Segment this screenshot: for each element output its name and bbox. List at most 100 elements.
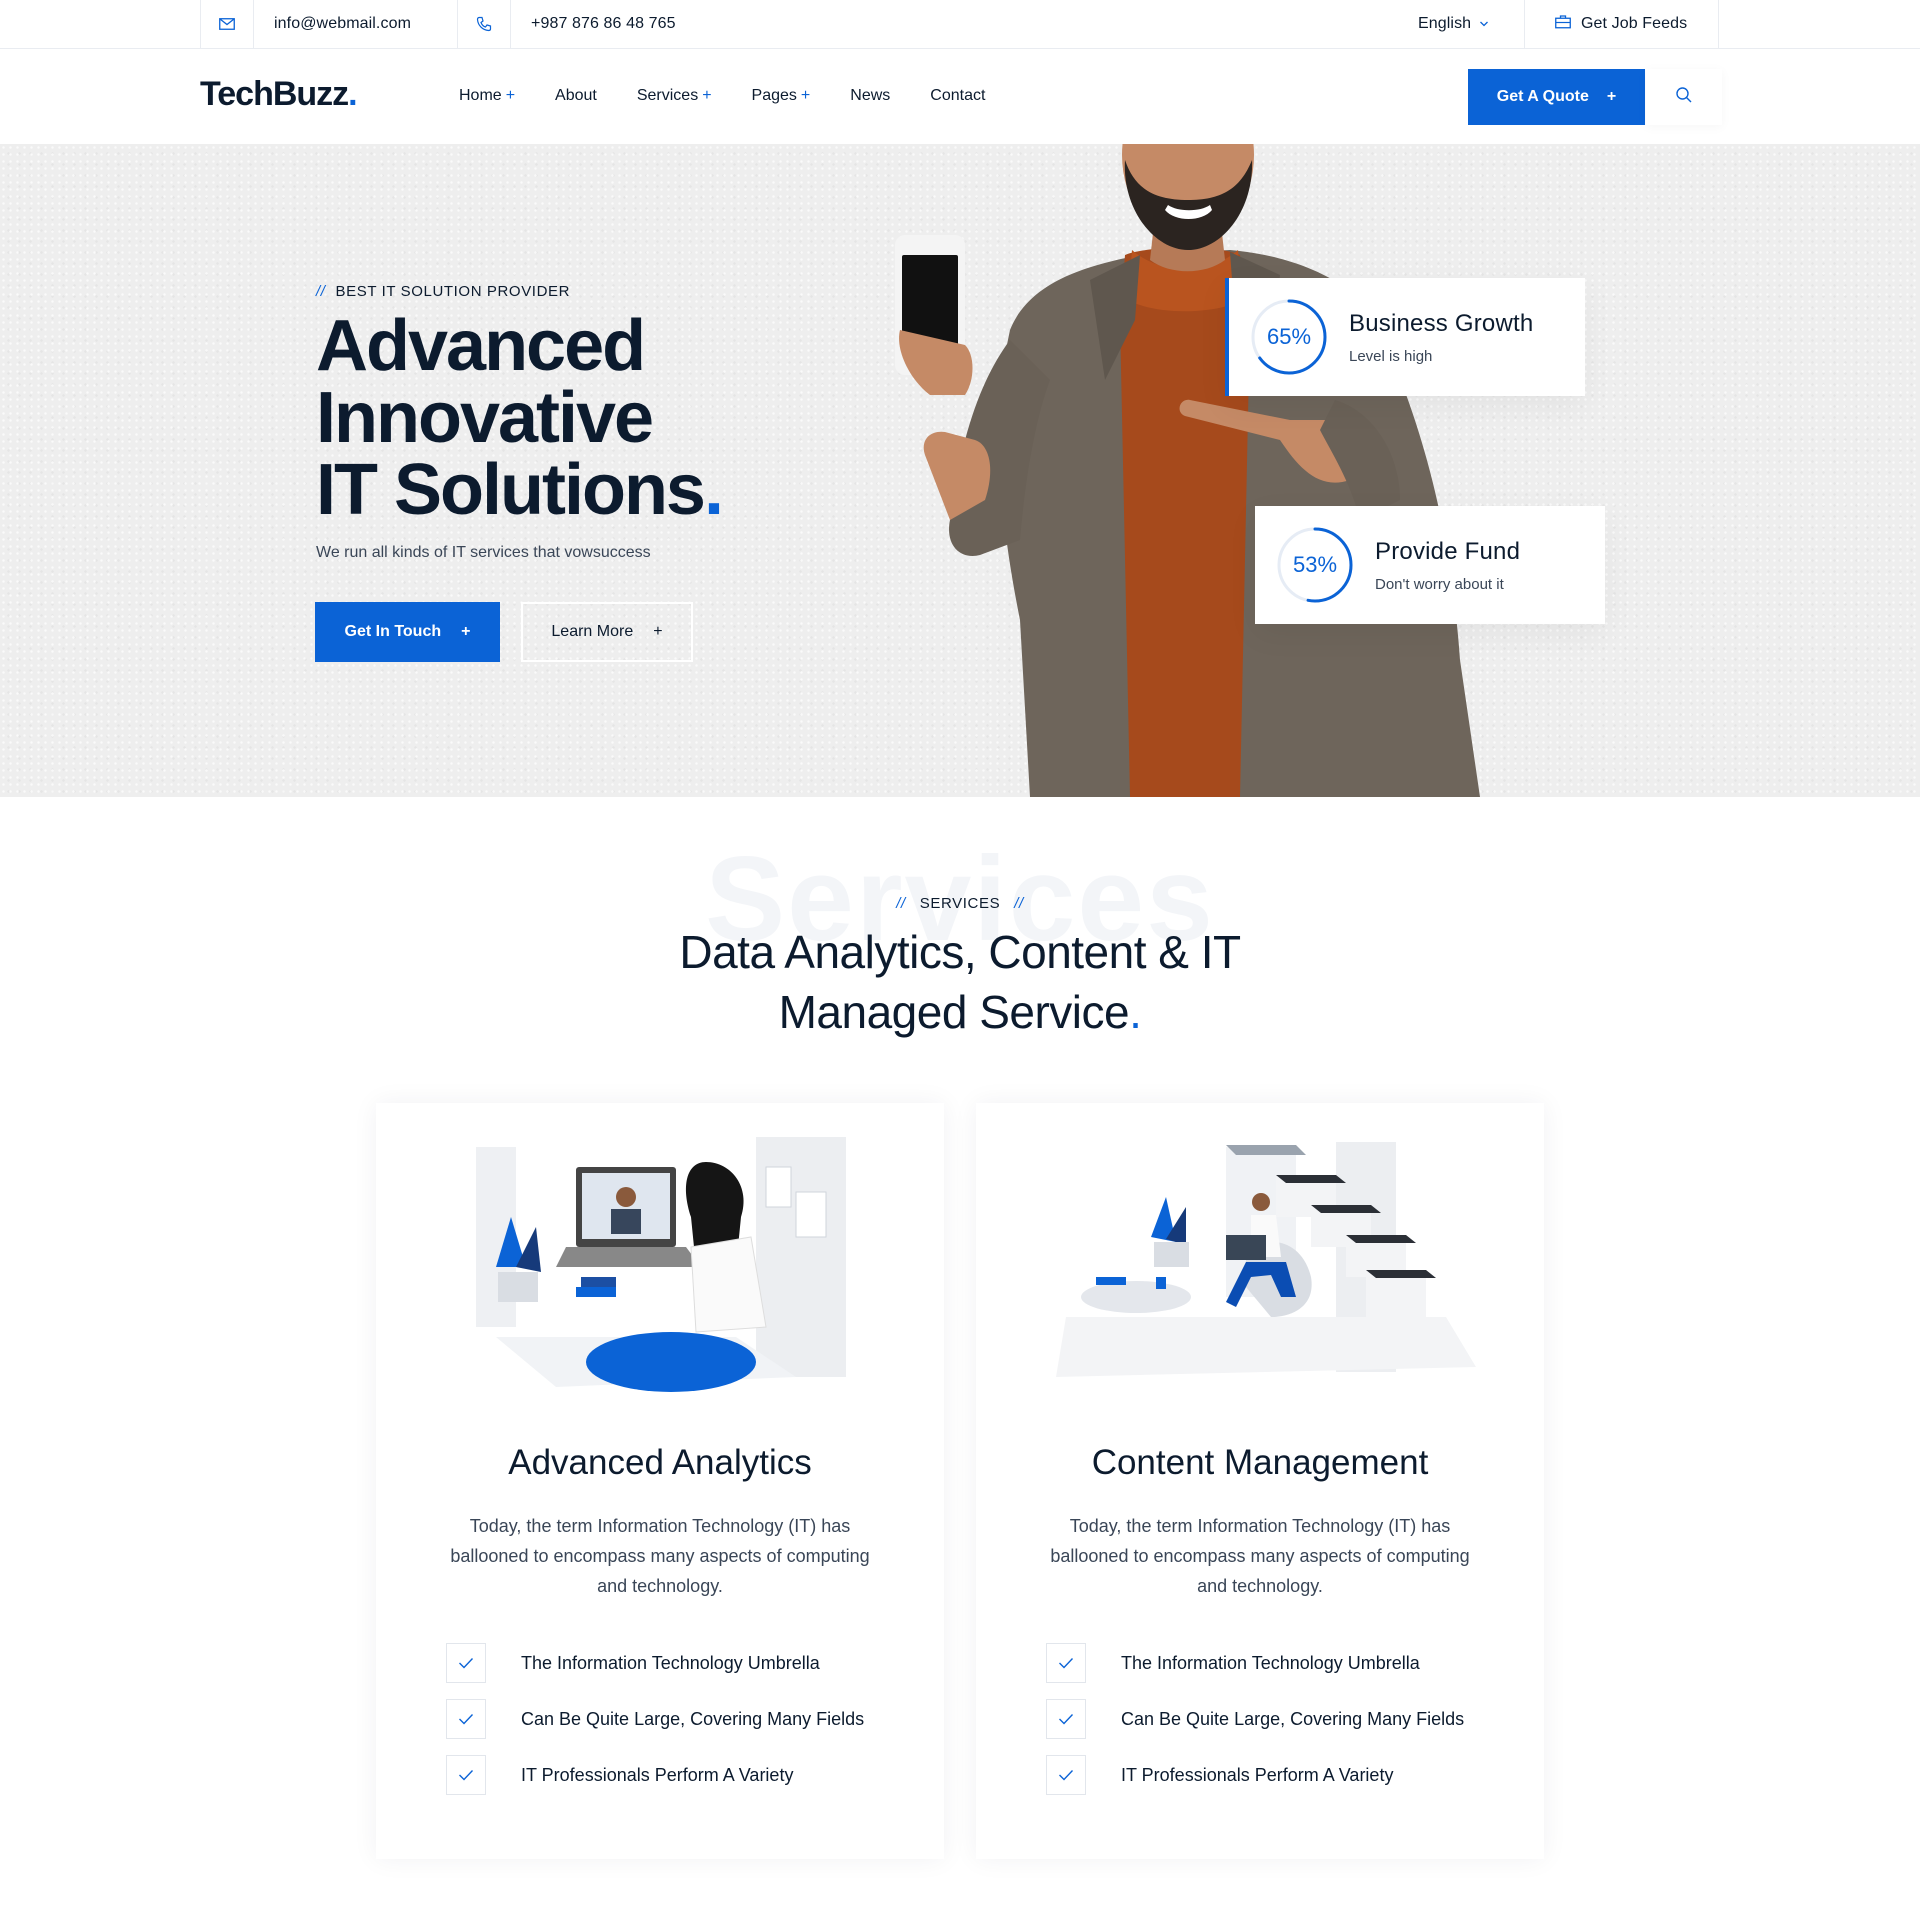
top-bar: info@webmail.com +987 876 86 48 765 Engl… <box>0 0 1920 49</box>
plus-icon: + <box>1606 88 1617 105</box>
phone-link[interactable]: +987 876 86 48 765 <box>531 15 676 33</box>
feature-label: Can Be Quite Large, Covering Many Fields <box>521 1708 865 1729</box>
card-description: Today, the term Information Technology (… <box>450 1516 870 1596</box>
services-eyebrow: // SERVICES // <box>0 895 1920 912</box>
plus-icon: + <box>800 87 811 104</box>
get-a-quote-button[interactable]: Get A Quote + <box>1468 69 1645 125</box>
briefcase-icon <box>1555 14 1571 34</box>
get-in-touch-button[interactable]: Get In Touch + <box>315 602 500 662</box>
business-growth-card: 65% Business Growth Level is high <box>1225 278 1585 396</box>
check-icon <box>446 1755 486 1795</box>
list-item: IT Professionals Perform A Variety <box>1046 1755 1464 1795</box>
main-nav: Home + About Services + Pages + News Contac… <box>459 87 1025 105</box>
eyebrow-text: SERVICES <box>919 895 1001 912</box>
job-feeds-label: Get Job Feeds <box>1581 15 1688 32</box>
card-title: Content Management <box>1091 1443 1429 1482</box>
analytics-illustration <box>476 1137 846 1392</box>
stat-title: Provide Fund <box>1375 537 1521 565</box>
service-card[interactable]: Advanced Analytics Today, the term Infor… <box>376 1103 944 1859</box>
check-icon <box>446 1643 486 1683</box>
logo[interactable]: TechBuzz. <box>200 75 358 114</box>
progress-ring: 53% <box>1275 525 1355 605</box>
check-icon <box>446 1699 486 1739</box>
nav-item-news[interactable]: News <box>850 87 890 105</box>
learn-more-button[interactable]: Learn More + <box>521 602 693 662</box>
nav-label: About <box>555 87 597 104</box>
feature-label: Can Be Quite Large, Covering Many Fields <box>1121 1708 1465 1729</box>
nav-label: Pages <box>751 87 797 104</box>
plus-icon: + <box>461 623 471 640</box>
slash-mark: // <box>1014 895 1024 912</box>
logo-dot: . <box>348 75 358 113</box>
list-item: Can Be Quite Large, Covering Many Fields <box>1046 1699 1464 1739</box>
search-icon <box>1675 86 1693 109</box>
hero-subtitle: We run all kinds of IT services that vow… <box>316 544 651 561</box>
main-header: TechBuzz. Home + About Services + Pages + N… <box>0 49 1920 144</box>
plus-icon: + <box>653 623 663 640</box>
job-feeds-link[interactable]: Get Job Feeds <box>1555 0 1687 48</box>
hero-person-image <box>895 144 1480 797</box>
title-line: Advanced <box>316 306 646 386</box>
slash-mark: // <box>316 283 326 300</box>
list-item: Can Be Quite Large, Covering Many Fields <box>446 1699 864 1739</box>
title-dot: . <box>703 450 724 530</box>
check-icon <box>1046 1699 1086 1739</box>
services-title: Data Analytics, Content & IT Managed Ser… <box>560 922 1360 1042</box>
nav-item-services[interactable]: Services + <box>637 87 712 105</box>
card-description: Today, the term Information Technology (… <box>1050 1516 1470 1596</box>
content-management-illustration <box>1056 1142 1476 1377</box>
phone-icon <box>475 0 493 48</box>
divider <box>510 0 511 48</box>
feature-list: The Information Technology Umbrella Can … <box>1046 1643 1464 1811</box>
divider <box>200 0 201 48</box>
percent-label: 65% <box>1266 324 1312 349</box>
list-item: The Information Technology Umbrella <box>1046 1643 1464 1683</box>
nav-label: Services <box>636 87 699 104</box>
plus-icon: + <box>702 87 712 104</box>
divider <box>1718 0 1719 48</box>
title-line: IT Solutions <box>316 450 706 530</box>
language-label: English <box>1418 15 1472 32</box>
feature-label: IT Professionals Perform A Variety <box>1121 1764 1394 1785</box>
title-dot: . <box>1129 986 1142 1038</box>
hero-eyebrow: // BEST IT SOLUTION PROVIDER <box>316 283 570 300</box>
plus-icon: + <box>505 87 516 104</box>
list-item: The Information Technology Umbrella <box>446 1643 864 1683</box>
nav-item-about[interactable]: About <box>555 87 597 105</box>
slash-mark: // <box>896 895 906 912</box>
hero-title: Advanced Innovative IT Solutions. <box>316 306 724 526</box>
feature-label: The Information Technology Umbrella <box>521 1652 820 1673</box>
title-line: Managed Service <box>778 986 1130 1038</box>
stat-subtitle: Level is high <box>1349 347 1433 365</box>
email-link[interactable]: info@webmail.com <box>274 15 411 33</box>
search-button[interactable] <box>1646 69 1722 125</box>
language-selector[interactable]: English <box>1418 0 1489 48</box>
email-icon <box>218 0 236 48</box>
percent-label: 53% <box>1292 552 1338 577</box>
eyebrow-text: BEST IT SOLUTION PROVIDER <box>335 283 571 300</box>
divider <box>253 0 254 48</box>
divider <box>1524 0 1525 48</box>
list-item: IT Professionals Perform A Variety <box>446 1755 864 1795</box>
title-line: Innovative <box>316 378 654 458</box>
stat-subtitle: Don't worry about it <box>1375 575 1504 593</box>
nav-item-pages[interactable]: Pages + <box>752 87 811 105</box>
nav-item-home[interactable]: Home + <box>459 87 515 105</box>
button-label: Learn More <box>551 623 634 640</box>
title-line: Data Analytics, Content & IT <box>679 926 1241 978</box>
nav-label: Contact <box>930 87 986 104</box>
hero-section: // BEST IT SOLUTION PROVIDER Advanced In… <box>0 144 1920 797</box>
feature-list: The Information Technology Umbrella Can … <box>446 1643 864 1811</box>
chevron-down-icon <box>1479 15 1489 33</box>
divider <box>457 0 458 48</box>
check-icon <box>1046 1643 1086 1683</box>
feature-label: The Information Technology Umbrella <box>1121 1652 1420 1673</box>
card-title: Advanced Analytics <box>508 1443 812 1482</box>
nav-item-contact[interactable]: Contact <box>930 87 985 105</box>
service-card[interactable]: Content Management Today, the term Infor… <box>976 1103 1544 1859</box>
quote-label: Get A Quote <box>1496 88 1589 105</box>
stat-title: Business Growth <box>1349 309 1534 337</box>
nav-label: News <box>850 87 891 104</box>
feature-label: IT Professionals Perform A Variety <box>521 1764 794 1785</box>
progress-ring: 65% <box>1249 297 1329 377</box>
